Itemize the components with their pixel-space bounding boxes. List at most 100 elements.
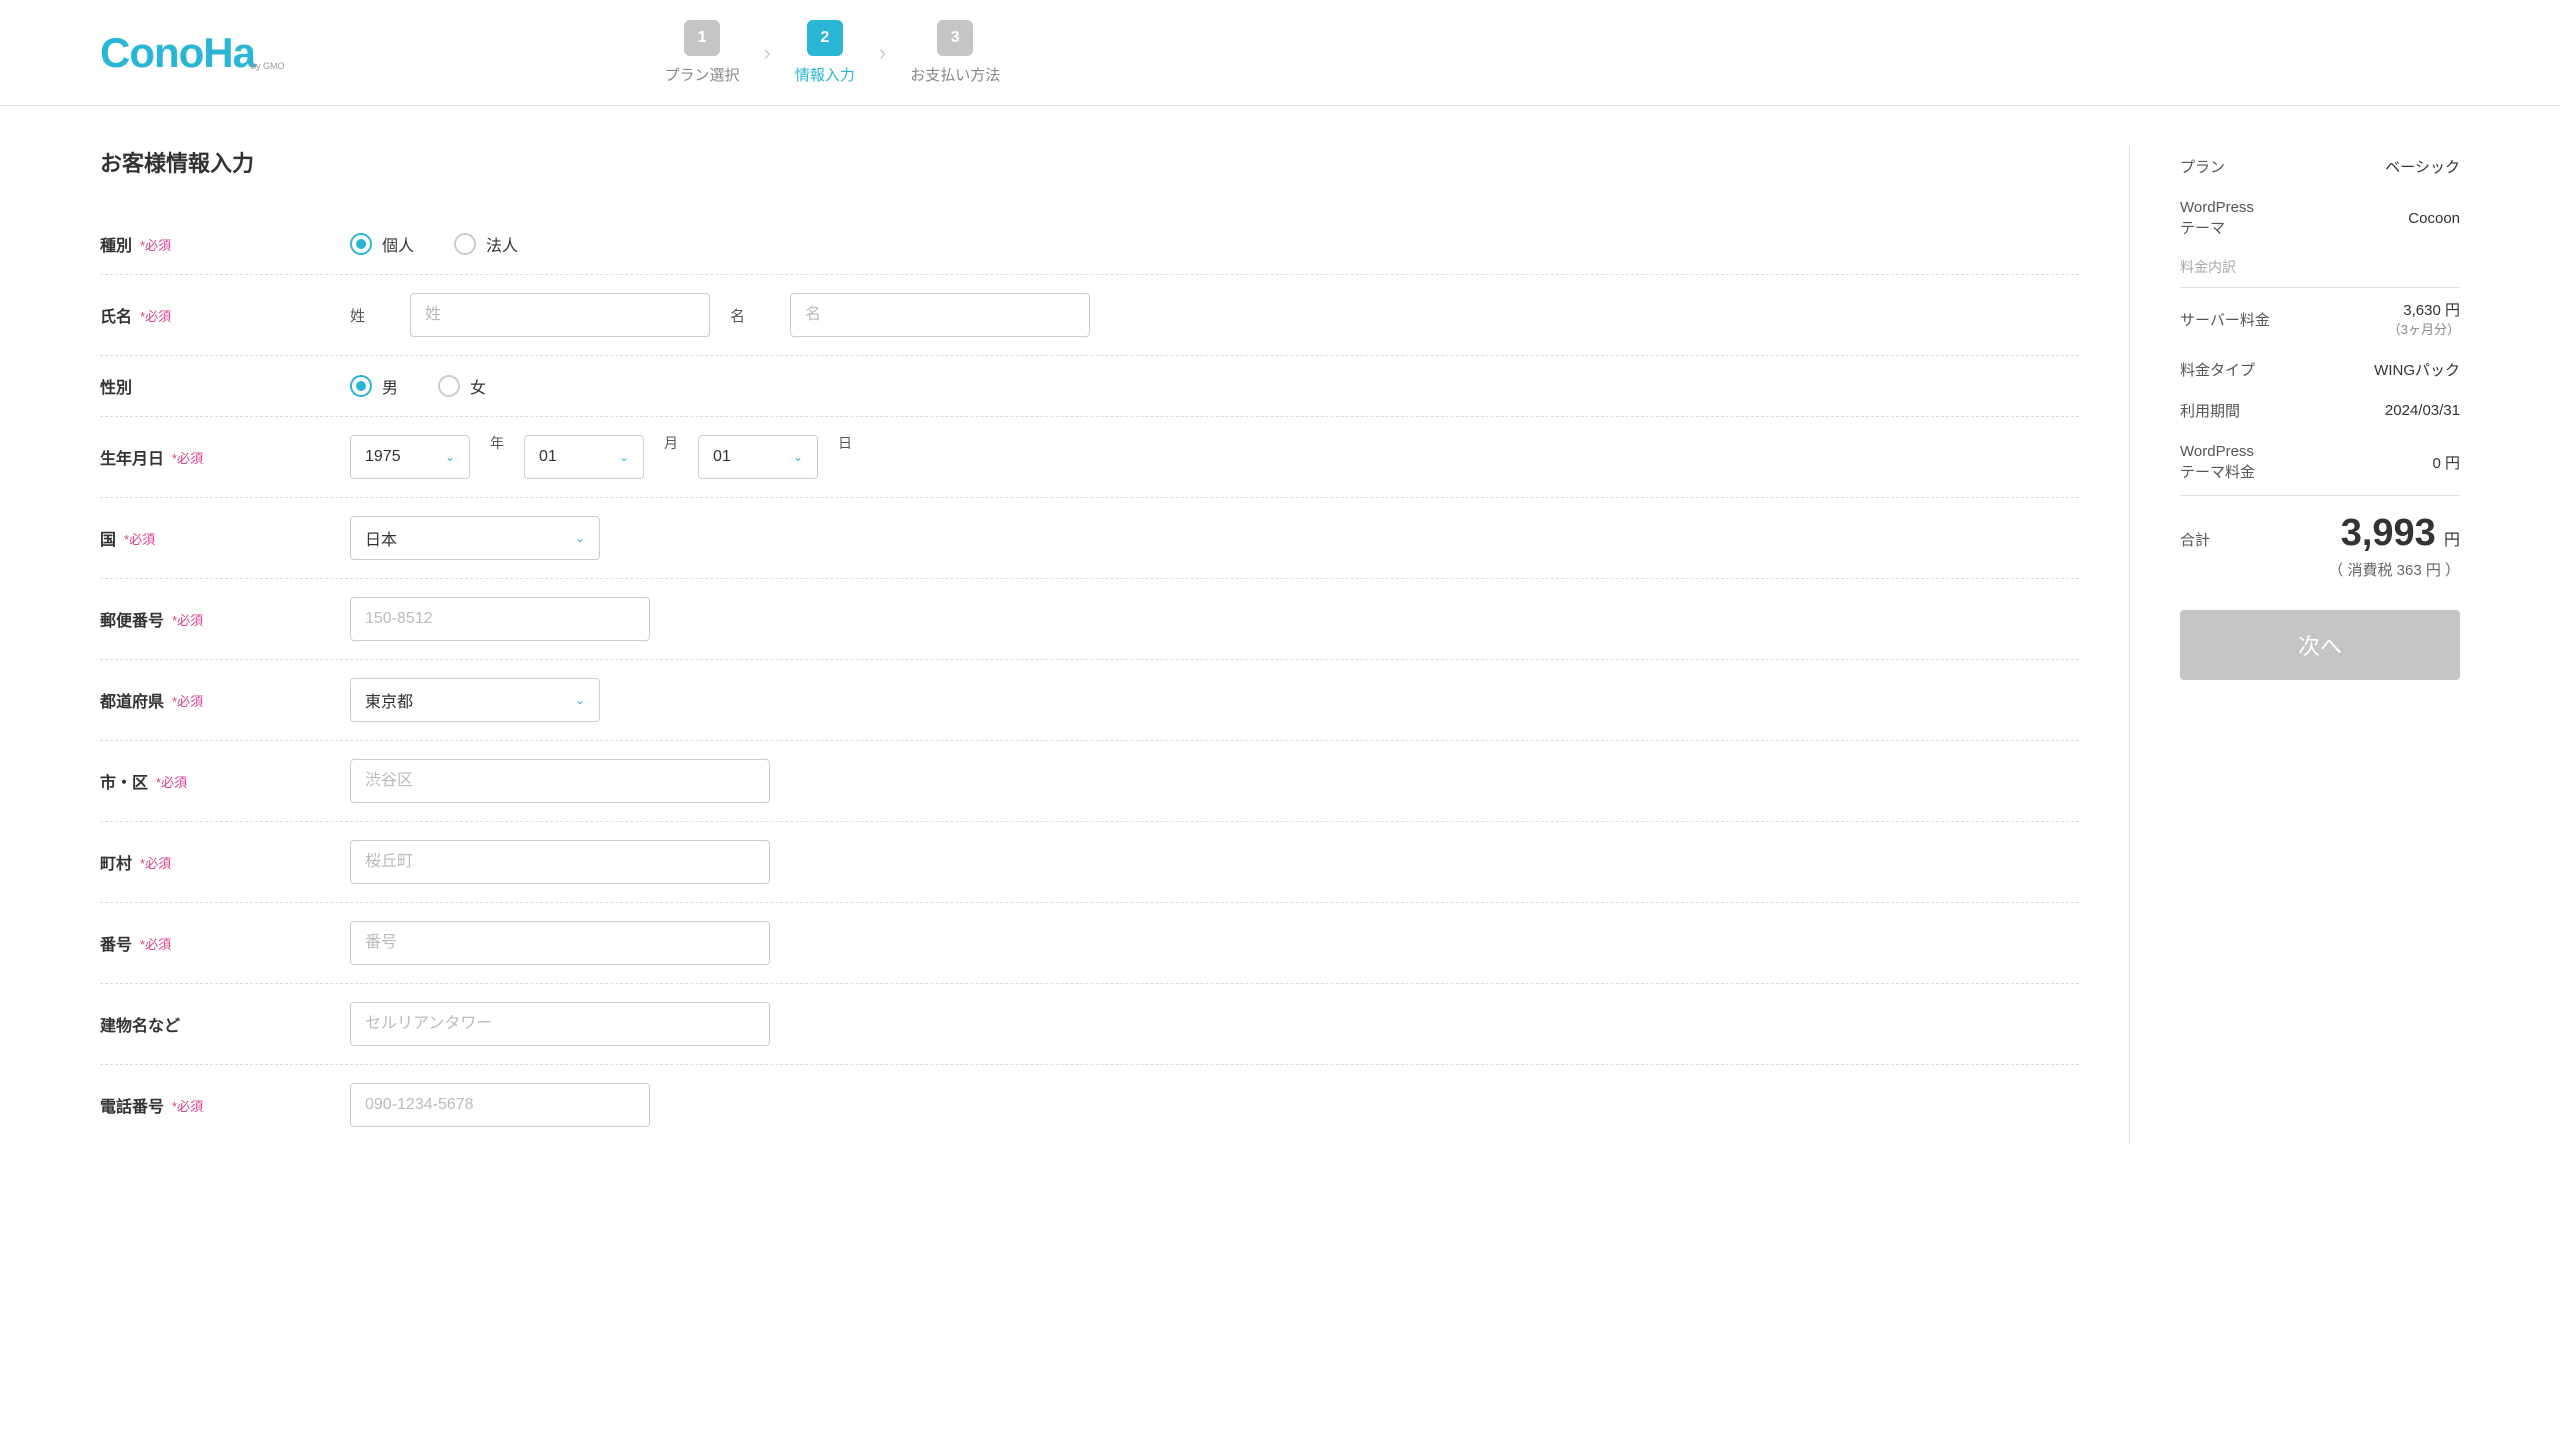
firstname-sublabel: 名 bbox=[730, 305, 770, 326]
country-select[interactable]: 日本 ⌄ bbox=[350, 516, 600, 560]
field-prefecture: 都道府県 *必須 東京都 ⌄ bbox=[100, 660, 2079, 741]
required-badge: *必須 bbox=[140, 306, 171, 325]
step-2-number: 2 bbox=[807, 20, 843, 56]
required-badge: *必須 bbox=[172, 448, 203, 467]
town-input[interactable] bbox=[350, 840, 770, 884]
lastname-input[interactable] bbox=[410, 293, 710, 337]
lastname-sublabel: 姓 bbox=[350, 305, 390, 326]
radio-corporate-label: 法人 bbox=[486, 232, 518, 256]
radio-icon bbox=[438, 375, 460, 397]
stepper: 1 プラン選択 › 2 情報入力 › 3 お支払い方法 bbox=[665, 20, 1001, 85]
town-label: 町村 bbox=[100, 850, 132, 874]
step-1: 1 プラン選択 bbox=[665, 20, 740, 85]
birth-label: 生年月日 bbox=[100, 445, 164, 469]
prefecture-value: 東京都 bbox=[365, 688, 413, 712]
server-fee-label: サーバー料金 bbox=[2180, 309, 2270, 330]
summary-sidebar: プラン ベーシック WordPress テーマ Cocoon 料金内訳 サーバー… bbox=[2180, 146, 2460, 1145]
birth-day-value: 01 bbox=[713, 448, 731, 466]
radio-icon bbox=[350, 375, 372, 397]
total-unit: 円 bbox=[2444, 532, 2460, 549]
theme-value: Cocoon bbox=[2408, 210, 2460, 227]
radio-female-label: 女 bbox=[470, 374, 486, 398]
type-label: 種別 bbox=[100, 232, 132, 256]
radio-individual[interactable]: 個人 bbox=[350, 232, 414, 256]
postal-input[interactable] bbox=[350, 597, 650, 641]
country-label: 国 bbox=[100, 526, 116, 550]
server-fee-sub: （3ヶ月分） bbox=[2388, 321, 2460, 339]
required-badge: *必須 bbox=[140, 853, 171, 872]
birth-day-select[interactable]: 01 ⌄ bbox=[698, 435, 818, 479]
step-1-number: 1 bbox=[684, 20, 720, 56]
field-country: 国 *必須 日本 ⌄ bbox=[100, 498, 2079, 579]
step-3: 3 お支払い方法 bbox=[910, 20, 1000, 85]
phone-label: 電話番号 bbox=[100, 1093, 164, 1117]
step-3-label: お支払い方法 bbox=[910, 64, 1000, 85]
chevron-right-icon: › bbox=[764, 40, 771, 66]
radio-icon bbox=[350, 233, 372, 255]
prefecture-select[interactable]: 東京都 ⌄ bbox=[350, 678, 600, 722]
main-form: お客様情報入力 種別 *必須 個人 法人 氏名 *必須 bbox=[100, 146, 2130, 1145]
required-badge: *必須 bbox=[124, 529, 155, 548]
price-type-value: WINGパック bbox=[2374, 359, 2460, 380]
server-fee-value: 3,630 円 bbox=[2403, 300, 2460, 321]
radio-icon bbox=[454, 233, 476, 255]
required-badge: *必須 bbox=[172, 691, 203, 710]
required-badge: *必須 bbox=[140, 934, 171, 953]
field-street: 番号 *必須 bbox=[100, 903, 2079, 984]
logo[interactable]: ConoHa by GMO bbox=[100, 29, 285, 77]
firstname-input[interactable] bbox=[790, 293, 1090, 337]
logo-subtext: by GMO bbox=[251, 61, 285, 71]
required-badge: *必須 bbox=[172, 610, 203, 629]
field-type: 種別 *必須 個人 法人 bbox=[100, 214, 2079, 275]
field-name: 氏名 *必須 姓 名 bbox=[100, 275, 2079, 356]
birth-year-value: 1975 bbox=[365, 448, 401, 466]
street-input[interactable] bbox=[350, 921, 770, 965]
field-gender: 性別 男 女 bbox=[100, 356, 2079, 417]
theme-fee-value: 0 円 bbox=[2432, 452, 2460, 473]
radio-individual-label: 個人 bbox=[382, 232, 414, 256]
next-button[interactable]: 次へ bbox=[2180, 610, 2460, 680]
day-suffix: 日 bbox=[838, 433, 852, 453]
chevron-down-icon: ⌄ bbox=[445, 450, 455, 464]
step-1-label: プラン選択 bbox=[665, 64, 740, 85]
theme-fee-label-1: WordPress bbox=[2180, 441, 2255, 462]
birth-year-select[interactable]: 1975 ⌄ bbox=[350, 435, 470, 479]
building-input[interactable] bbox=[350, 1002, 770, 1046]
step-2-label: 情報入力 bbox=[795, 64, 855, 85]
birth-month-value: 01 bbox=[539, 448, 557, 466]
total-label: 合計 bbox=[2180, 529, 2210, 550]
required-badge: *必須 bbox=[156, 772, 187, 791]
birth-month-select[interactable]: 01 ⌄ bbox=[524, 435, 644, 479]
year-suffix: 年 bbox=[490, 433, 504, 453]
prefecture-label: 都道府県 bbox=[100, 688, 164, 712]
required-badge: *必須 bbox=[140, 235, 171, 254]
total-value: 3,993 bbox=[2341, 512, 2436, 554]
name-label: 氏名 bbox=[100, 303, 132, 327]
field-town: 町村 *必須 bbox=[100, 822, 2079, 903]
plan-value: ベーシック bbox=[2385, 156, 2460, 177]
required-badge: *必須 bbox=[172, 1096, 203, 1115]
price-type-label: 料金タイプ bbox=[2180, 359, 2255, 380]
building-label: 建物名など bbox=[100, 1012, 180, 1036]
radio-corporate[interactable]: 法人 bbox=[454, 232, 518, 256]
radio-male[interactable]: 男 bbox=[350, 374, 398, 398]
tax-note: （ 消費税 363 円 ） bbox=[2328, 559, 2460, 580]
radio-male-label: 男 bbox=[382, 374, 398, 398]
gender-label: 性別 bbox=[100, 374, 132, 398]
header: ConoHa by GMO 1 プラン選択 › 2 情報入力 › 3 お支払い方… bbox=[0, 0, 2560, 106]
chevron-right-icon: › bbox=[879, 40, 886, 66]
breakdown-label: 料金内訳 bbox=[2180, 249, 2460, 285]
month-suffix: 月 bbox=[664, 433, 678, 453]
period-label: 利用期間 bbox=[2180, 400, 2240, 421]
step-2: 2 情報入力 bbox=[795, 20, 855, 85]
city-label: 市・区 bbox=[100, 769, 148, 793]
theme-fee-label-2: テーマ料金 bbox=[2180, 462, 2255, 483]
phone-input[interactable] bbox=[350, 1083, 650, 1127]
field-birth: 生年月日 *必須 1975 ⌄ 年 01 ⌄ 月 01 ⌄ 日 bbox=[100, 417, 2079, 498]
radio-female[interactable]: 女 bbox=[438, 374, 486, 398]
next-button-label: 次へ bbox=[2298, 629, 2342, 661]
city-input[interactable] bbox=[350, 759, 770, 803]
chevron-down-icon: ⌄ bbox=[575, 693, 585, 707]
postal-label: 郵便番号 bbox=[100, 607, 164, 631]
chevron-down-icon: ⌄ bbox=[575, 531, 585, 545]
